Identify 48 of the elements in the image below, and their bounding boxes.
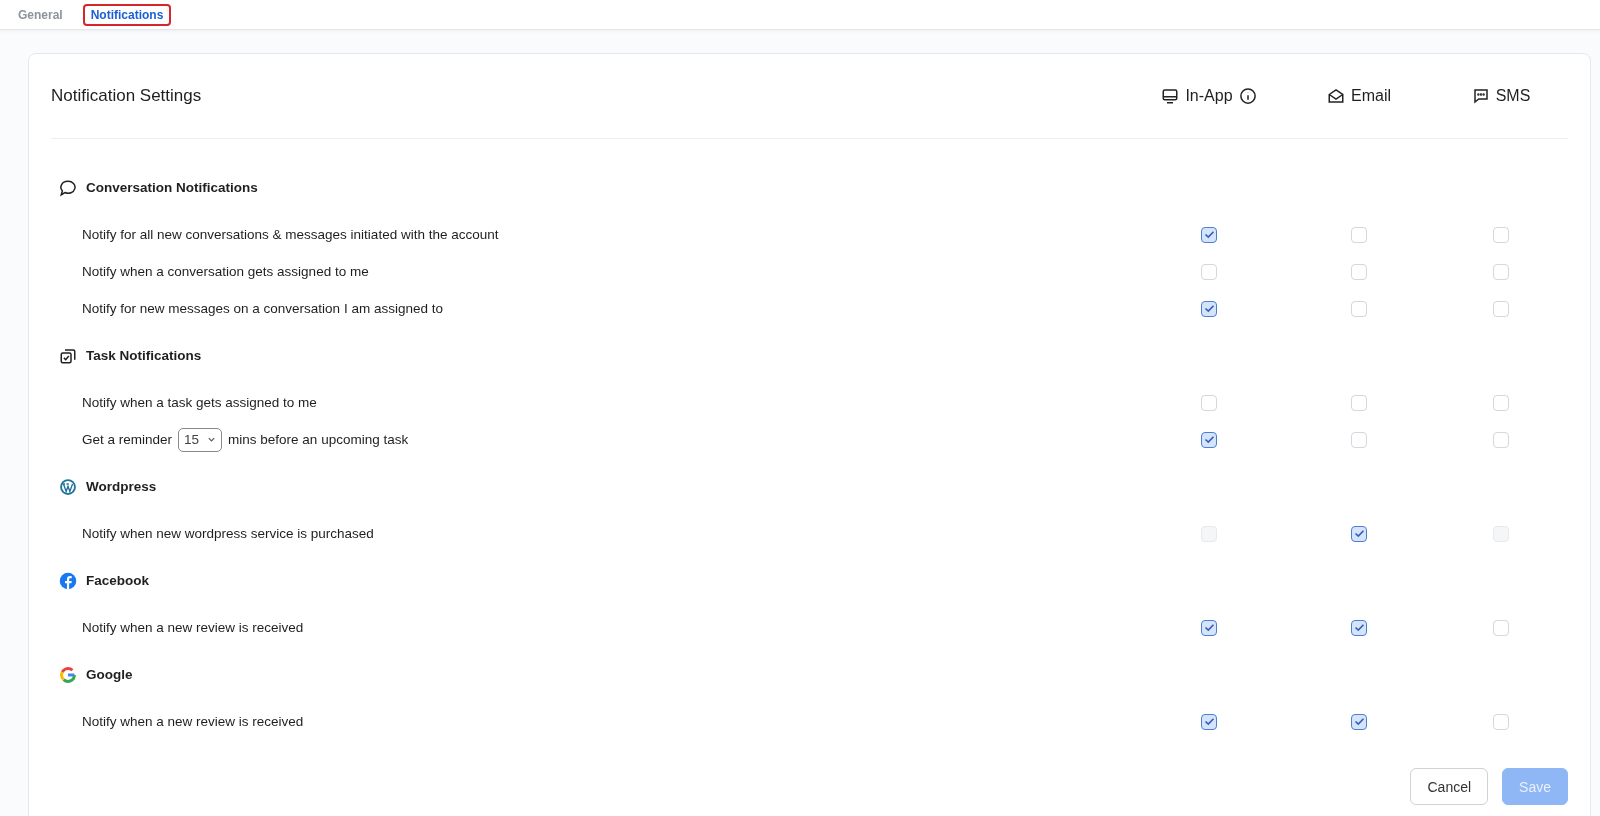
checkbox[interactable] — [1201, 713, 1217, 730]
checkbox[interactable] — [1201, 226, 1217, 243]
info-icon[interactable] — [1238, 87, 1257, 105]
row-label: mins before an upcoming task — [228, 432, 409, 447]
facebook-logo-icon — [59, 571, 77, 590]
checkbox[interactable] — [1351, 713, 1367, 730]
tab[interactable]: Notifications — [82, 3, 172, 26]
cancel-button[interactable]: Cancel — [1410, 768, 1489, 805]
row-label: Notify when new wordpress service is purchased — [82, 526, 374, 541]
monitor-icon — [1161, 87, 1180, 105]
row-label: Notify for new messages on a conversation I am assigned to — [82, 301, 443, 316]
section-title: Wordpress — [86, 479, 157, 494]
checkmark-icon — [1203, 717, 1215, 726]
checkmark-icon — [1203, 435, 1215, 444]
row-label: Notify when a conversation gets assigned to me — [82, 264, 369, 279]
checkbox[interactable] — [1201, 619, 1217, 636]
checkmark-icon — [1353, 717, 1365, 726]
section-title: Google — [86, 667, 133, 682]
row-label: Notify for all new conversations & messages initiated with the account — [82, 227, 499, 242]
checkmark-icon — [1203, 230, 1215, 239]
google-logo-icon — [59, 665, 77, 684]
checkbox-stack-icon — [59, 346, 77, 365]
section-title: Task Notifications — [86, 348, 202, 363]
checkmark-icon — [1353, 623, 1365, 632]
section-title: Conversation Notifications — [86, 180, 258, 195]
checkbox[interactable] — [1351, 525, 1367, 542]
row-label: Notify when a new review is received — [82, 620, 304, 635]
section-title: Facebook — [86, 573, 150, 588]
chevron-icon — [207, 435, 217, 444]
chat-icon — [1471, 87, 1490, 105]
checkmark-icon — [1203, 304, 1215, 313]
row-label: Get a reminder — [82, 432, 173, 447]
row-label: Notify when a new review is received — [82, 714, 304, 729]
checkbox[interactable] — [1201, 431, 1217, 448]
checkmark-icon — [1353, 529, 1365, 538]
minutes-dropdown[interactable]: 15 — [178, 427, 223, 452]
column-header: SMS — [1495, 87, 1531, 105]
speech-bubble-icon — [59, 178, 77, 197]
tab[interactable]: General — [10, 3, 71, 26]
envelope-icon — [1327, 87, 1345, 105]
row-label: Notify when a task gets assigned to me — [82, 395, 317, 410]
checkbox[interactable] — [1351, 619, 1367, 636]
checkbox[interactable] — [1201, 300, 1217, 317]
column-header: In-App — [1185, 87, 1233, 105]
checkmark-icon — [1203, 623, 1215, 632]
card-title: Notification Settings — [51, 86, 203, 106]
wordpress-logo-icon — [59, 477, 77, 496]
column-header: Email — [1351, 87, 1391, 105]
